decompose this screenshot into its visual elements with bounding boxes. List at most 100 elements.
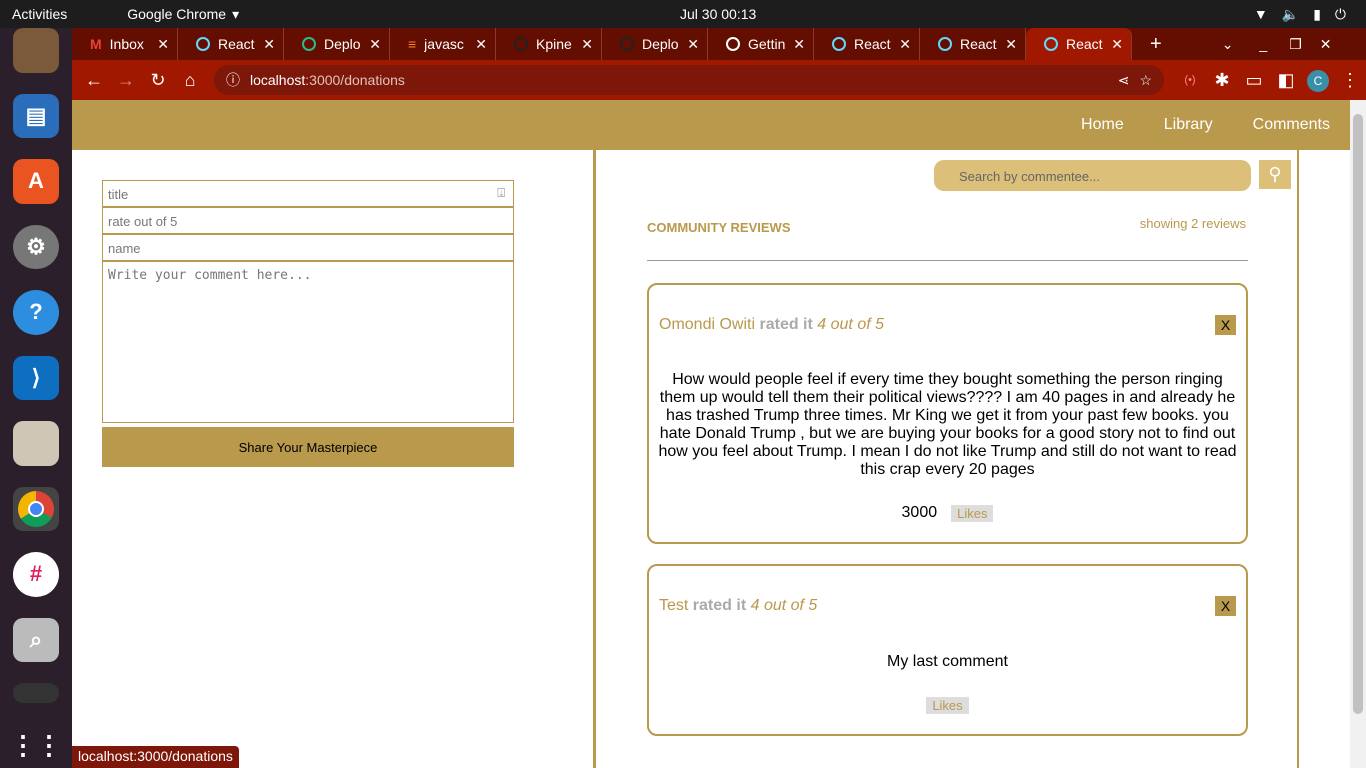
forward-icon[interactable]: → [110,70,142,91]
tab[interactable]: Deplo ✕ [602,28,708,60]
close-tab-icon[interactable]: ✕ [263,36,275,53]
tab[interactable]: Gettin ✕ [708,28,814,60]
power-icon: ⏻ [1334,5,1346,22]
show-apps-icon[interactable]: ⋮⋮ [10,724,62,768]
tab[interactable]: M Inbox ✕ [72,28,178,60]
tab-title: Inbox [109,36,144,52]
chrome-icon[interactable] [13,486,59,532]
close-window-button[interactable]: ✕ [1320,36,1332,53]
clock[interactable]: Jul 30 00:13 [680,6,756,22]
delete-review-button[interactable]: X [1215,596,1236,616]
tab[interactable]: ≡ javasc ✕ [390,28,496,60]
tab[interactable]: React ✕ [178,28,284,60]
close-tab-icon[interactable]: ✕ [581,36,593,53]
activities-button[interactable]: Activities [12,6,67,22]
rating-input[interactable]: rate out of 5 [102,207,514,234]
address-bar[interactable]: ⓘ localhost:3000/donations ⋖ ☆ [214,65,1164,95]
comment-textarea[interactable]: Write your comment here... [102,261,514,423]
software-center-icon[interactable]: A [13,159,59,204]
tab[interactable]: Kpine ✕ [496,28,602,60]
help-icon[interactable]: ? [13,290,59,335]
search-icon: ⚲ [1268,164,1282,184]
scrollbar-thumb[interactable] [1353,114,1363,714]
slack-icon[interactable]: # [13,552,59,597]
url-host: localhost [250,72,306,88]
tab-search-icon[interactable]: ⌄ [1222,36,1234,53]
nav-comments[interactable]: Comments [1253,116,1330,134]
close-tab-icon[interactable]: ✕ [793,36,805,53]
like-button[interactable]: Likes [951,504,994,522]
close-tab-icon[interactable]: ✕ [899,36,911,53]
close-tab-icon[interactable]: ✕ [687,36,699,53]
battery-icon: ▮ [1313,5,1321,22]
audio-app-icon[interactable] [13,28,59,73]
share-button[interactable]: Share Your Masterpiece [102,427,514,467]
volume-icon: 🔈 [1281,5,1300,22]
tab-title: React [218,36,255,52]
likes-row: 3000 Likes [649,504,1246,522]
minimize-button[interactable]: _ [1259,36,1267,52]
search-button[interactable]: ⚲ [1259,160,1291,189]
name-input[interactable]: name [102,234,514,261]
dock: ▤ A ⚙ ? ⟩ # ⌕ ⋮⋮ [0,28,72,768]
search-input[interactable]: Search by commentee... [934,160,1251,191]
settings-icon[interactable]: ⚙ [13,224,59,270]
vscode-icon[interactable]: ⟩ [13,355,59,401]
side-panel-icon[interactable]: ◧ [1270,70,1302,91]
info-icon[interactable]: ⓘ [226,70,240,90]
image-viewer-icon[interactable]: ⌕ [13,617,59,663]
app-name: Google Chrome [127,6,227,22]
browser-toolbar: ← → ↻ ⌂ ⓘ localhost:3000/donations ⋖ ☆ (… [72,60,1366,100]
tab-title: Deplo [324,36,361,52]
maximize-button[interactable]: ❐ [1289,36,1302,53]
close-tab-icon[interactable]: ✕ [475,36,487,53]
review-card: Test rated it 4 out of 5 X My last comme… [647,564,1248,736]
terminal-icon[interactable] [13,683,59,703]
react-icon [832,37,846,51]
tab[interactable]: Deplo ✕ [284,28,390,60]
nav-home[interactable]: Home [1081,116,1124,134]
back-icon[interactable]: ← [78,70,110,91]
tab-strip: M Inbox ✕ React ✕ Deplo ✕ ≡ javasc ✕ Kpine ✕ De… [72,28,1366,60]
tab[interactable]: React ✕ [814,28,920,60]
review-header: Test rated it 4 out of 5 [659,597,817,615]
archive-icon[interactable] [13,421,59,466]
nav-library[interactable]: Library [1164,116,1213,134]
review-card: Omondi Owiti rated it 4 out of 5 X How w… [647,283,1248,544]
tab-title: React [854,36,891,52]
reviews-panel: Search by commentee... ⚲ COMMUNITY REVIE… [599,150,1299,768]
profile-avatar[interactable]: C [1302,69,1334,92]
autofill-icon[interactable]: ⍗ [497,185,505,201]
stackoverflow-icon: ≡ [408,36,417,52]
cast-icon[interactable]: ▭ [1238,70,1270,91]
delete-review-button[interactable]: X [1215,315,1236,335]
scrollbar[interactable] [1350,100,1366,768]
review-count: showing 2 reviews [1139,216,1246,231]
section-heading: COMMUNITY REVIEWS [647,220,791,235]
extension-icon[interactable]: (•) [1174,74,1206,86]
new-tab-button[interactable]: + [1150,33,1162,56]
rating: 4 out of 5 [750,597,818,614]
likes-row: Likes [649,697,1246,714]
home-icon[interactable]: ⌂ [174,70,206,91]
network-icon: ▼ [1253,5,1268,22]
bookmark-star-icon[interactable]: ☆ [1139,72,1152,89]
like-button[interactable]: Likes [926,697,969,714]
close-tab-icon[interactable]: ✕ [1111,36,1123,53]
close-tab-icon[interactable]: ✕ [1005,36,1017,53]
react-icon [1044,37,1058,51]
review-body: How would people feel if every time they… [658,371,1237,478]
menu-icon[interactable]: ⋮ [1334,70,1366,91]
extensions-puzzle-icon[interactable]: ✱ [1206,70,1238,91]
title-input[interactable]: title ⍗ [102,180,514,207]
reload-icon[interactable]: ↻ [142,70,174,91]
close-tab-icon[interactable]: ✕ [369,36,381,53]
tab[interactable]: React ✕ [920,28,1026,60]
tab-active[interactable]: React ✕ [1026,28,1132,60]
gmail-icon: M [90,36,102,52]
writer-icon[interactable]: ▤ [13,93,59,139]
close-tab-icon[interactable]: ✕ [157,36,169,53]
app-menu[interactable]: Google Chrome ▾ [127,6,239,23]
system-tray[interactable]: ▼ 🔈 ▮ ⏻ [1254,6,1346,23]
share-icon[interactable]: ⋖ [1118,72,1130,89]
